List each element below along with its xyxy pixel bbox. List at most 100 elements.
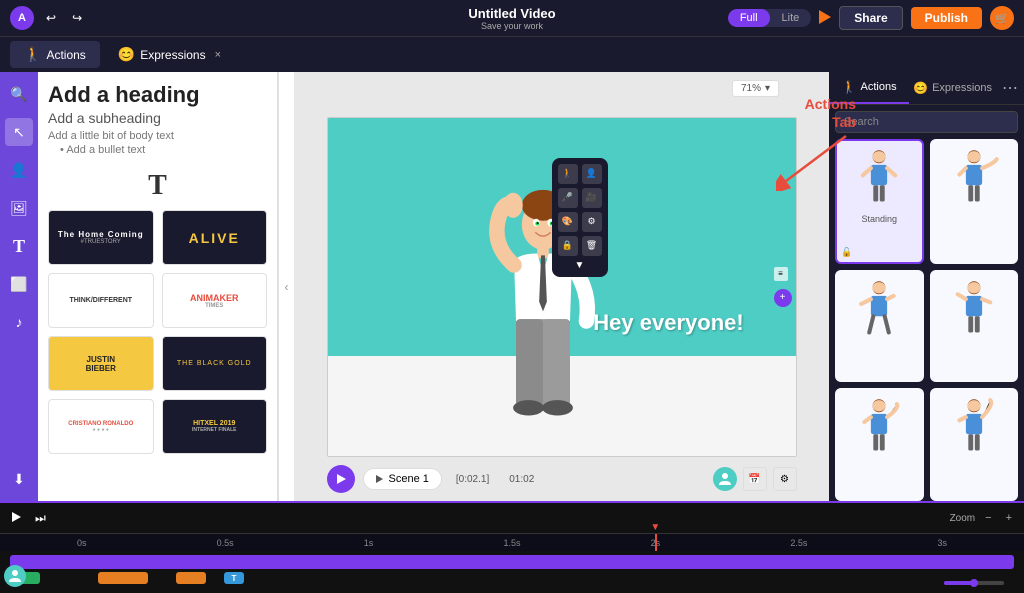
char-standing-label: Standing (861, 214, 897, 224)
undo-button[interactable]: ↩ (42, 9, 60, 27)
scene-name: Scene 1 (389, 473, 429, 485)
template-item-cr7[interactable]: CRISTIANO RONALDO ● ● ● ● (48, 399, 154, 454)
share-button[interactable]: Share (839, 6, 902, 30)
toolbar-lock-icon[interactable]: 🔒 (558, 236, 578, 256)
scene-controls: Scene 1 [0:02.1] 01:02 📅 ⚙ (327, 465, 797, 493)
char-item-talking[interactable] (930, 270, 1019, 383)
toolbar-person-icon[interactable]: 👤 (582, 164, 602, 184)
tl-clip-blue[interactable]: T (224, 572, 244, 584)
tl-zoom-out[interactable]: − (981, 510, 995, 526)
zoom-slider-thumb[interactable] (970, 579, 978, 587)
tl-play-icon (12, 512, 21, 522)
tab-close-icon[interactable]: × (215, 49, 221, 61)
char-item-pointing[interactable] (930, 139, 1019, 264)
actions-tab-label: Actions (46, 48, 85, 62)
time-mark-15: 1.5s (440, 538, 583, 548)
tl-play-button[interactable] (8, 509, 25, 527)
zoom-slider[interactable] (944, 581, 1004, 585)
tl-playhead[interactable] (655, 534, 657, 551)
T-icon: T (148, 170, 167, 202)
sidebar-icon-down[interactable]: ⬇ (5, 465, 33, 493)
char-item-thinking[interactable] (835, 388, 924, 501)
template-item-blackgold[interactable]: THE BLACK GOLD (162, 336, 268, 391)
person-icon-sm[interactable] (713, 467, 737, 491)
char-item-standing[interactable]: Standing 🔓 (835, 139, 924, 264)
template-item-hitxel[interactable]: HITXEL 2019 INTERNET FINALE (162, 399, 268, 454)
tabs-bar: 🚶 Actions 😊 Expressions × (0, 36, 1024, 72)
right-panel-tabs: 🚶 Actions 😊 Expressions ⋯ (829, 72, 1024, 105)
sidebar-icon-shapes[interactable]: ⬜ (5, 270, 33, 298)
calendar-icon-sm[interactable]: 📅 (743, 467, 767, 491)
tl-next-button[interactable]: ⏭ (31, 509, 50, 528)
canvas-area: 71% ▾ 🚶 👤 🎤 🎥 🎨 ⚙ (294, 72, 829, 501)
right-search (829, 105, 1024, 139)
toolbar-bottom: ▼ (558, 260, 602, 271)
scene-play-button[interactable] (327, 465, 355, 493)
toolbar-walk-icon[interactable]: 🚶 (558, 164, 578, 184)
rp-more-button[interactable]: ⋯ (996, 72, 1024, 104)
template-item-think[interactable]: THINK/DIFFERENT (48, 273, 154, 328)
sidebar-icon-cursor[interactable]: ↖ (5, 118, 33, 146)
redo-button[interactable]: ↪ (68, 9, 86, 27)
toolbar-row-3: 🎨 ⚙ (558, 212, 602, 232)
logo: A (10, 6, 34, 30)
tl-clips-row: T (10, 572, 1014, 584)
play-icon (819, 10, 831, 24)
sidebar-icon-person[interactable]: 👤 (5, 156, 33, 184)
collapse-panel-button[interactable]: ‹ (278, 72, 294, 501)
character-search-input[interactable] (835, 111, 1018, 133)
template-item-animaker[interactable]: ANIMAKER TIMES (162, 273, 268, 328)
toolbar-palette-icon[interactable]: 🎨 (558, 212, 578, 232)
toolbar-mic-icon[interactable]: 🎤 (558, 188, 578, 208)
sidebar-icon-image[interactable]: 🖼 (5, 194, 33, 222)
mode-full[interactable]: Full (728, 9, 770, 27)
canvas-right-btn2[interactable]: + (774, 289, 792, 307)
canvas-scene-text: Hey everyone! (562, 310, 776, 336)
character-grid: Standing 🔓 (829, 139, 1024, 501)
bottom-person-svg (8, 569, 22, 583)
timeline-header: ⏭ Zoom − + (0, 503, 1024, 533)
sidebar-icon-text[interactable]: T (5, 232, 33, 260)
rp-tab-actions[interactable]: 🚶 Actions (829, 72, 909, 104)
time-mark-25: 2.5s (727, 538, 870, 548)
char-lock-icon: 🔓 (841, 247, 852, 258)
publish-button[interactable]: Publish (911, 7, 982, 29)
toolbar-camera-icon[interactable]: 🎥 (582, 188, 602, 208)
tl-main-track[interactable] (10, 555, 1014, 569)
toolbar-trash-icon[interactable]: 🗑 (582, 236, 602, 256)
scene-play-icon (337, 474, 346, 484)
canvas-right-btn1[interactable]: ≡ (774, 267, 788, 281)
scene-label-button[interactable]: Scene 1 (363, 468, 442, 490)
tl-clip-orange-1[interactable] (98, 572, 148, 584)
tab-actions[interactable]: 🚶 Actions (10, 41, 100, 68)
zoom-value: 71% (741, 83, 761, 94)
char-thinking-svg (854, 396, 904, 461)
template-subheading: Add a subheading (48, 110, 267, 126)
toolbar-chevron-icon[interactable]: ▼ (575, 260, 585, 271)
person-svg (718, 472, 732, 486)
template-item-justin[interactable]: JUSTIN BIEBER (48, 336, 154, 391)
char-item-walking[interactable] (835, 270, 924, 383)
char-item-waving[interactable] (930, 388, 1019, 501)
template-item-homecoming[interactable]: The Home Coming #TRUESTORY (48, 210, 154, 265)
settings-icon-sm[interactable]: ⚙ (773, 467, 797, 491)
rp-tab-expressions[interactable]: 😊 Expressions (909, 72, 996, 104)
template-grid: The Home Coming #TRUESTORY ALIVE THINK/D… (48, 210, 267, 454)
sidebar-icon-music[interactable]: ♪ (5, 308, 33, 336)
char-pointing-svg (949, 147, 999, 212)
template-item-alive[interactable]: ALIVE (162, 210, 268, 265)
header-center: Untitled Video Save your work (468, 6, 555, 31)
time-mark-1: 1s (297, 538, 440, 548)
toolbar-row-1: 🚶 👤 (558, 164, 602, 184)
tl-clip-orange-2[interactable] (176, 572, 206, 584)
time-mark-3: 3s (871, 538, 1014, 548)
user-avatar[interactable]: 🛒 (990, 6, 1014, 30)
tl-zoom-in[interactable]: + (1002, 510, 1016, 526)
mode-lite[interactable]: Lite (770, 9, 812, 27)
left-sidebar: 🔍 ↖ 👤 🖼 T ⬜ ♪ ⬇ (0, 72, 38, 501)
zoom-dropdown-icon[interactable]: ▾ (765, 83, 770, 94)
play-header-button[interactable] (819, 10, 831, 27)
toolbar-settings-icon[interactable]: ⚙ (582, 212, 602, 232)
sidebar-icon-search[interactable]: 🔍 (5, 80, 33, 108)
tab-expressions[interactable]: 😊 Expressions × (104, 41, 235, 68)
